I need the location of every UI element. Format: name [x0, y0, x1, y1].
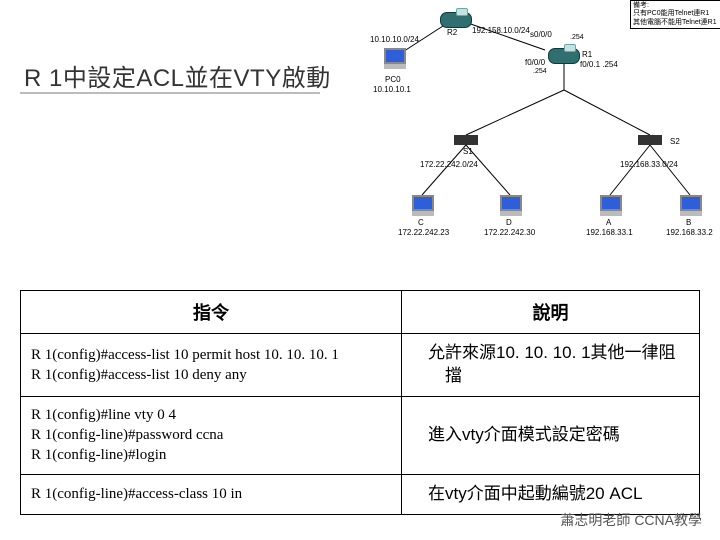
desc-cell: 允許來源10. 10. 10. 1其他一律阻 擋: [402, 334, 700, 397]
subnet-pc0: 10.10.10.0/24: [370, 35, 419, 44]
iface-f000: f0/0/0: [525, 58, 545, 67]
header-description: 說明: [402, 291, 700, 334]
pc0-label: PC0: [385, 75, 401, 84]
command-table: 指令 說明 R 1(config)#access-list 10 permit …: [20, 290, 700, 515]
wires: [370, 0, 720, 280]
router-r2-icon: [440, 12, 472, 28]
host-a-icon: [600, 195, 622, 211]
scenario-note: 備考: 只有PC0能用Telnet連R1 其他電腦不能用Telnet連R1: [630, 0, 720, 29]
switch-s1-icon: [454, 135, 478, 145]
cmd-cell: R 1(config)#line vty 0 4 R 1(config-line…: [21, 396, 402, 474]
host-b-icon: [680, 195, 702, 211]
subnet-left: 172.22.242.0/24: [420, 160, 478, 169]
slide-title: R 1中設定ACL並在VTY啟動: [24, 58, 331, 93]
host-b-label: B: [686, 218, 691, 227]
table-row: R 1(config)#access-list 10 permit host 1…: [21, 334, 700, 397]
iface-s000: s0/0/0: [530, 30, 552, 39]
desc-cell: 在vty介面中起動編號20 ACL: [402, 474, 700, 514]
host-d-label: D: [506, 218, 512, 227]
subnet-right: 192.168.33.0/24: [620, 160, 678, 169]
host-b-ip: 192.168.33.2: [666, 228, 713, 237]
host-a-ip: 192.168.33.1: [586, 228, 633, 237]
header-command: 指令: [21, 291, 402, 334]
switch-s2-label: S2: [670, 137, 680, 146]
addr-254a: .254: [570, 34, 584, 41]
host-a-label: A: [606, 218, 611, 227]
router-r2-label: R2: [447, 28, 457, 37]
network-topology: 備考: 只有PC0能用Telnet連R1 其他電腦不能用Telnet連R1 R2…: [370, 0, 720, 280]
router-r1-icon: [548, 48, 580, 64]
switch-s1-label: S1: [463, 147, 473, 156]
router-r1-label: R1: [582, 50, 592, 59]
addr-254b: .254: [533, 68, 547, 75]
title-rule: [20, 92, 320, 94]
table-head-row: 指令 說明: [21, 291, 700, 334]
lan-gw: f0/0.1 .254: [580, 60, 618, 69]
host-d-ip: 172.22.242.30: [484, 228, 535, 237]
subnet-r1r2: 192.158.10.0/24: [472, 26, 530, 35]
switch-s2-icon: [638, 135, 662, 145]
host-c-label: C: [418, 218, 424, 227]
table-row: R 1(config)#line vty 0 4 R 1(config-line…: [21, 396, 700, 474]
host-c-icon: [412, 195, 434, 211]
table-row: R 1(config-line)#access-class 10 in 在vty…: [21, 474, 700, 514]
pc0-ip: 10.10.10.1: [373, 85, 411, 94]
pc0-icon: [384, 48, 406, 64]
cmd-cell: R 1(config-line)#access-class 10 in: [21, 474, 402, 514]
host-c-ip: 172.22.242.23: [398, 228, 449, 237]
host-d-icon: [500, 195, 522, 211]
cmd-cell: R 1(config)#access-list 10 permit host 1…: [21, 334, 402, 397]
slide-footer: 蕭志明老師 CCNA教學: [560, 510, 702, 530]
desc-cell: 進入vty介面模式設定密碼: [402, 396, 700, 474]
